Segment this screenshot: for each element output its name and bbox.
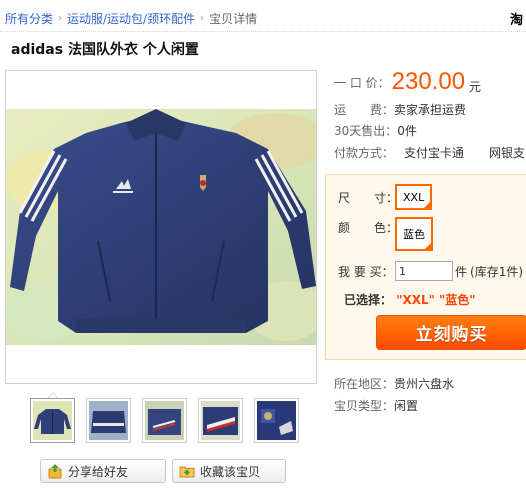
favorite-folder-icon bbox=[179, 463, 195, 479]
thumbnail-1[interactable] bbox=[30, 392, 75, 443]
favorite-button-label: 收藏该宝贝 bbox=[200, 464, 261, 479]
shipping-value: 卖家承担运费 bbox=[394, 102, 467, 117]
size-option-row: 尺 寸： XXL bbox=[338, 184, 433, 210]
location-value: 贵州六盘水 bbox=[394, 376, 455, 391]
category-label: 宝贝类型： bbox=[334, 398, 395, 413]
sold-value: 0件 bbox=[397, 123, 417, 138]
price-value: 230.00 bbox=[391, 68, 466, 95]
thumbnail-strip bbox=[30, 392, 299, 443]
share-button[interactable]: 分享给好友 bbox=[40, 459, 166, 483]
breadcrumb-all-categories[interactable]: 所有分类 bbox=[5, 10, 53, 27]
shipping-row: 运 费： 卖家承担运费 bbox=[334, 98, 526, 120]
color-option-blue[interactable]: 蓝色 bbox=[395, 217, 433, 251]
color-option-row: 颜 色： 蓝色 bbox=[338, 217, 433, 251]
size-option-text: XXL bbox=[403, 190, 425, 204]
thumbnail-3[interactable] bbox=[142, 398, 187, 443]
payment-method-alipay-card[interactable]: 支付宝卡通 bbox=[404, 144, 464, 161]
selected-summary: 已选择： "XXL" "蓝色" bbox=[344, 291, 476, 308]
thumbnail-jacket-image bbox=[89, 401, 128, 440]
breadcrumb-current: 宝贝详情 bbox=[209, 11, 258, 26]
breadcrumb-category[interactable]: 运动服/运动包/颈环配件 bbox=[67, 10, 195, 27]
payment-label: 付款方式： bbox=[334, 145, 395, 160]
share-button-label: 分享给好友 bbox=[68, 464, 129, 479]
product-title: adidas 法国队外衣 个人闲置 bbox=[11, 42, 199, 58]
divider bbox=[0, 31, 526, 32]
main-product-image[interactable] bbox=[5, 70, 317, 384]
quantity-input[interactable] bbox=[395, 261, 453, 281]
corner-logo-text: 淘 bbox=[510, 13, 524, 28]
category-value: 闲置 bbox=[394, 398, 419, 413]
sold-row: 30天售出： 0件 bbox=[334, 120, 526, 140]
shipping-label: 运 费： bbox=[334, 102, 395, 117]
stock-count: (库存1件) bbox=[470, 264, 524, 279]
thumbnail-jacket-image bbox=[145, 401, 184, 440]
product-extra-info: 所在地区： 贵州六盘水 宝贝类型： 闲置 bbox=[334, 372, 454, 416]
payment-row: 付款方式： 支付宝卡通 网银支 bbox=[334, 140, 526, 164]
buy-now-button[interactable]: 立刻购买 bbox=[376, 315, 526, 350]
breadcrumb-separator: › bbox=[58, 12, 63, 24]
selected-values: "XXL" "蓝色" bbox=[396, 293, 476, 307]
favorite-button[interactable]: 收藏该宝贝 bbox=[172, 459, 286, 483]
thumbnail-jacket-image bbox=[201, 401, 240, 440]
price-row: 一 口 价： 230.00 元 bbox=[334, 66, 526, 98]
thumbnail-jacket-image bbox=[257, 401, 296, 440]
selected-check-icon bbox=[424, 242, 432, 250]
thumbnail-5[interactable] bbox=[254, 398, 299, 443]
color-label: 颜 色： bbox=[338, 221, 399, 235]
color-option-text: 蓝色 bbox=[403, 228, 425, 241]
sold-label: 30天售出： bbox=[334, 123, 398, 138]
selected-check-icon bbox=[423, 201, 432, 209]
size-label: 尺 寸： bbox=[338, 190, 399, 205]
product-info: 一 口 价： 230.00 元 运 费： 卖家承担运费 30天售出： 0件 付款… bbox=[334, 66, 526, 164]
quantity-row: 我 要 买： 件 (库存1件) bbox=[338, 261, 523, 281]
payment-method-netbank[interactable]: 网银支 bbox=[489, 144, 525, 161]
active-indicator-icon bbox=[48, 392, 58, 398]
size-option-xxl[interactable]: XXL bbox=[395, 184, 433, 210]
jacket-photo bbox=[6, 71, 316, 383]
category-row: 宝贝类型： 闲置 bbox=[334, 394, 454, 416]
purchase-options-panel: 尺 寸： XXL 颜 色： 蓝色 我 要 买： 件 (库存1件) 已选择： "X… bbox=[325, 174, 526, 360]
breadcrumb: 所有分类 › 运动服/运动包/颈环配件 › 宝贝详情 bbox=[5, 10, 257, 26]
thumbnail-4[interactable] bbox=[198, 398, 243, 443]
share-icon bbox=[47, 463, 63, 479]
location-row: 所在地区： 贵州六盘水 bbox=[334, 372, 454, 394]
quantity-unit: 件 bbox=[455, 264, 468, 279]
thumbnail-jacket-image bbox=[33, 401, 72, 440]
breadcrumb-separator: › bbox=[200, 12, 205, 24]
location-label: 所在地区： bbox=[334, 376, 395, 391]
price-label: 一 口 价： bbox=[334, 75, 390, 90]
quantity-label: 我 要 买： bbox=[338, 264, 394, 279]
thumbnail-2[interactable] bbox=[86, 398, 131, 443]
price-unit: 元 bbox=[469, 79, 482, 94]
selected-label: 已选择： bbox=[344, 293, 393, 307]
